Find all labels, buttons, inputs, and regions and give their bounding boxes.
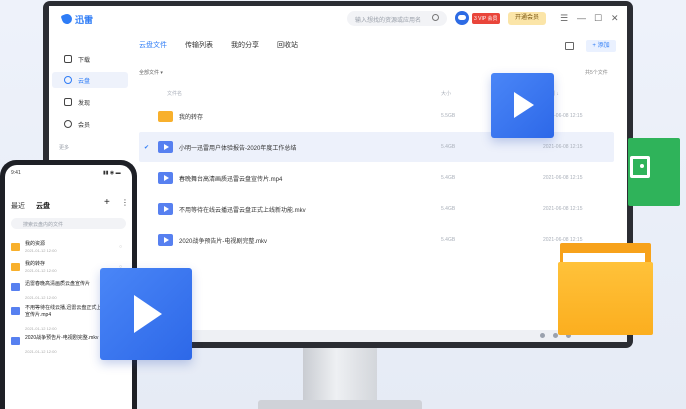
file-name: 小明一迅雷用户体验报告-2020年度工作总结 bbox=[179, 145, 297, 152]
sidebar-section-label: 更多 bbox=[59, 145, 70, 151]
tab-cloud-files[interactable]: 云盘文件 bbox=[139, 40, 167, 50]
video-icon bbox=[11, 283, 20, 291]
file-name: 春晚舞台高清画质迅雷云盘宣传片.mp4 bbox=[179, 176, 283, 183]
app-titlebar: 迅雷 输入想找的资源或应用名 3 VIP 会员 开通会员 ☰ — ☐ ✕ bbox=[49, 6, 627, 32]
list-item-date: 2021-01-12 12:00 bbox=[25, 248, 57, 253]
search-icon[interactable] bbox=[432, 14, 439, 21]
monitor-stand-base bbox=[258, 400, 422, 409]
sidebar-item-member[interactable]: 会员 bbox=[52, 116, 128, 132]
floating-play-icon bbox=[100, 268, 192, 360]
file-size: 5.4GB bbox=[441, 144, 456, 150]
folder-icon bbox=[11, 263, 20, 271]
floating-image-icon bbox=[628, 138, 680, 206]
tab-transfers[interactable]: 传输列表 bbox=[185, 40, 213, 50]
logo-text: 迅雷 bbox=[75, 14, 94, 25]
avatar[interactable] bbox=[455, 11, 469, 25]
discover-icon bbox=[64, 98, 72, 106]
list-item-name: 我的转存 bbox=[25, 261, 46, 267]
list-item-name: 2020战争预告片-电视剧完整.mkv bbox=[25, 335, 99, 341]
file-row[interactable]: 春晚舞台高清画质迅雷云盘宣传片.mp4 5.4GB 2021-06-08 12:… bbox=[139, 163, 614, 193]
video-icon bbox=[158, 203, 173, 215]
thunder-logo-icon bbox=[60, 12, 74, 26]
list-item-name: 我的资源 bbox=[25, 241, 46, 247]
phone-status-icons: ▮▮ ◉ ▬ bbox=[103, 170, 121, 176]
menu-icon[interactable]: ☰ bbox=[560, 12, 568, 24]
tab-shares[interactable]: 我的分享 bbox=[231, 40, 259, 50]
sidebar-item-label: 云盘 bbox=[78, 78, 91, 85]
folder-icon bbox=[158, 110, 173, 122]
video-icon bbox=[158, 141, 173, 153]
file-size: 5.4GB bbox=[441, 237, 456, 243]
promo-stage: 迅雷 输入想找的资源或应用名 3 VIP 会员 开通会员 ☰ — ☐ ✕ 下载 … bbox=[0, 0, 686, 409]
phone-status-time: 9:41 bbox=[11, 170, 21, 176]
file-date: 2021-06-08 12:15 bbox=[543, 206, 583, 212]
file-row[interactable]: 不用等待在线云播迅雷云盘正式上线新功能.mkv 5.4GB 2021-06-08… bbox=[139, 194, 614, 224]
vip-button[interactable]: 开通会员 bbox=[508, 12, 546, 25]
phone-tab-cloud[interactable]: 云盘 bbox=[36, 201, 50, 211]
column-size-header[interactable]: 大小 bbox=[441, 90, 451, 97]
tab-recycle-bin[interactable]: 回收站 bbox=[277, 40, 298, 50]
sidebar-item-discover[interactable]: 发现 bbox=[52, 94, 128, 110]
tab-bar: 云盘文件 传输列表 我的分享 回收站 bbox=[139, 40, 298, 50]
checkbox-icon[interactable]: ✔ bbox=[144, 144, 149, 151]
list-item-date: 2021-01-12 12:00 bbox=[25, 295, 57, 300]
video-icon bbox=[11, 307, 20, 315]
new-folder-icon[interactable] bbox=[565, 42, 574, 50]
cloud-icon bbox=[64, 76, 72, 84]
minimize-button[interactable]: — bbox=[577, 12, 586, 24]
phone-tab-recent[interactable]: 最近 bbox=[11, 201, 25, 211]
file-name: 不用等待在线云播迅雷云盘正式上线新功能.mkv bbox=[179, 207, 306, 214]
file-name: 我的转存 bbox=[179, 114, 204, 121]
more-icon[interactable]: ○ bbox=[119, 244, 122, 250]
file-row[interactable]: 2020战争预告片-电视剧完整.mkv 5.4GB 2021-06-08 12:… bbox=[139, 225, 614, 255]
video-icon bbox=[158, 234, 173, 246]
folder-icon bbox=[11, 243, 20, 251]
floating-folder-icon bbox=[558, 243, 653, 335]
column-name-header[interactable]: 文件名 bbox=[167, 90, 182, 97]
phone-more-icon[interactable]: ⋮ bbox=[121, 198, 129, 207]
phone-search-input[interactable]: 搜索云盘内的文件 bbox=[11, 218, 126, 229]
file-size: 5.5GB bbox=[441, 113, 456, 119]
app-logo: 迅雷 bbox=[60, 12, 94, 26]
floating-play-icon bbox=[491, 73, 554, 138]
phone-add-button[interactable]: + bbox=[104, 197, 110, 208]
file-size: 5.4GB bbox=[441, 175, 456, 181]
file-count: 共5个文件 bbox=[585, 70, 608, 76]
download-icon bbox=[64, 55, 72, 63]
video-icon bbox=[158, 172, 173, 184]
member-icon bbox=[64, 120, 72, 128]
sidebar-item-label: 会员 bbox=[78, 122, 91, 129]
file-size: 5.4GB bbox=[441, 206, 456, 212]
sidebar-item-label: 下载 bbox=[78, 57, 91, 64]
list-item-date: 2021-01-12 12:00 bbox=[25, 268, 57, 273]
sidebar-item-download[interactable]: 下载 bbox=[52, 51, 128, 67]
file-filter-dropdown[interactable]: 全部文件 ▾ bbox=[139, 69, 163, 76]
list-item-date: 2021-01-12 12:00 bbox=[25, 349, 57, 354]
vip-badge: 3 VIP 会员 bbox=[472, 13, 500, 24]
list-item-date: 2021-01-12 12:00 bbox=[25, 326, 57, 331]
maximize-button[interactable]: ☐ bbox=[594, 12, 602, 24]
sidebar-item-label: 发现 bbox=[78, 100, 91, 107]
list-item-name: 不用等待在线云播,迅雷云盘正式上线宣传片.mp4 bbox=[25, 305, 107, 318]
file-date: 2021-06-08 12:15 bbox=[543, 144, 583, 150]
file-name: 2020战争预告片-电视剧完整.mkv bbox=[179, 238, 268, 245]
sidebar-item-cloud[interactable]: 云盘 bbox=[52, 72, 128, 88]
close-button[interactable]: ✕ bbox=[611, 12, 619, 24]
add-button[interactable]: + 添加 bbox=[586, 40, 616, 52]
list-item-name: 迅雷春晚高清画质云盘宣传片 bbox=[25, 281, 91, 287]
file-date: 2021-06-08 12:15 bbox=[543, 175, 583, 181]
video-icon bbox=[11, 337, 20, 345]
